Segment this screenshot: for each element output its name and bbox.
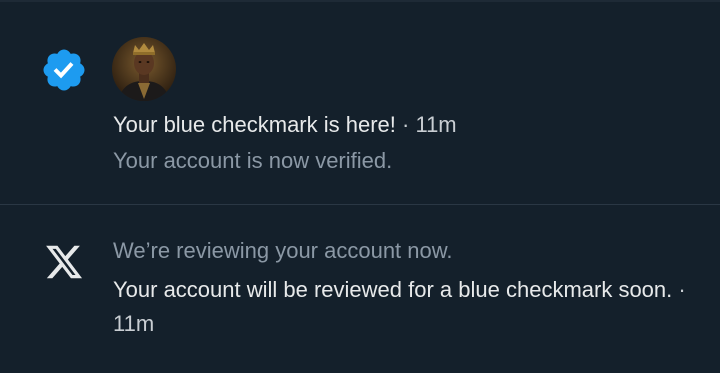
separator-dot: · bbox=[402, 112, 410, 137]
notification-body-line: Your account will be reviewed for a blue… bbox=[113, 273, 703, 341]
notification-title-line: Your blue checkmark is here! · 11m bbox=[113, 110, 457, 140]
notification-time: 11m bbox=[113, 311, 155, 336]
x-logo-icon bbox=[46, 245, 83, 279]
notification-title: Your blue checkmark is here! bbox=[113, 112, 396, 137]
notification-title: We’re reviewing your account now. bbox=[113, 238, 453, 263]
notification-body: Your account will be reviewed for a blue… bbox=[113, 277, 673, 302]
notification-time: 11m bbox=[415, 112, 457, 137]
verified-badge-icon bbox=[43, 49, 85, 91]
avatar[interactable] bbox=[112, 37, 176, 101]
notification-subtitle: Your account is now verified. bbox=[113, 148, 393, 173]
separator-dot: · bbox=[678, 277, 686, 302]
notification-verified[interactable]: Your blue checkmark is here! · 11m Your … bbox=[0, 2, 720, 204]
avatar-image bbox=[112, 37, 176, 101]
